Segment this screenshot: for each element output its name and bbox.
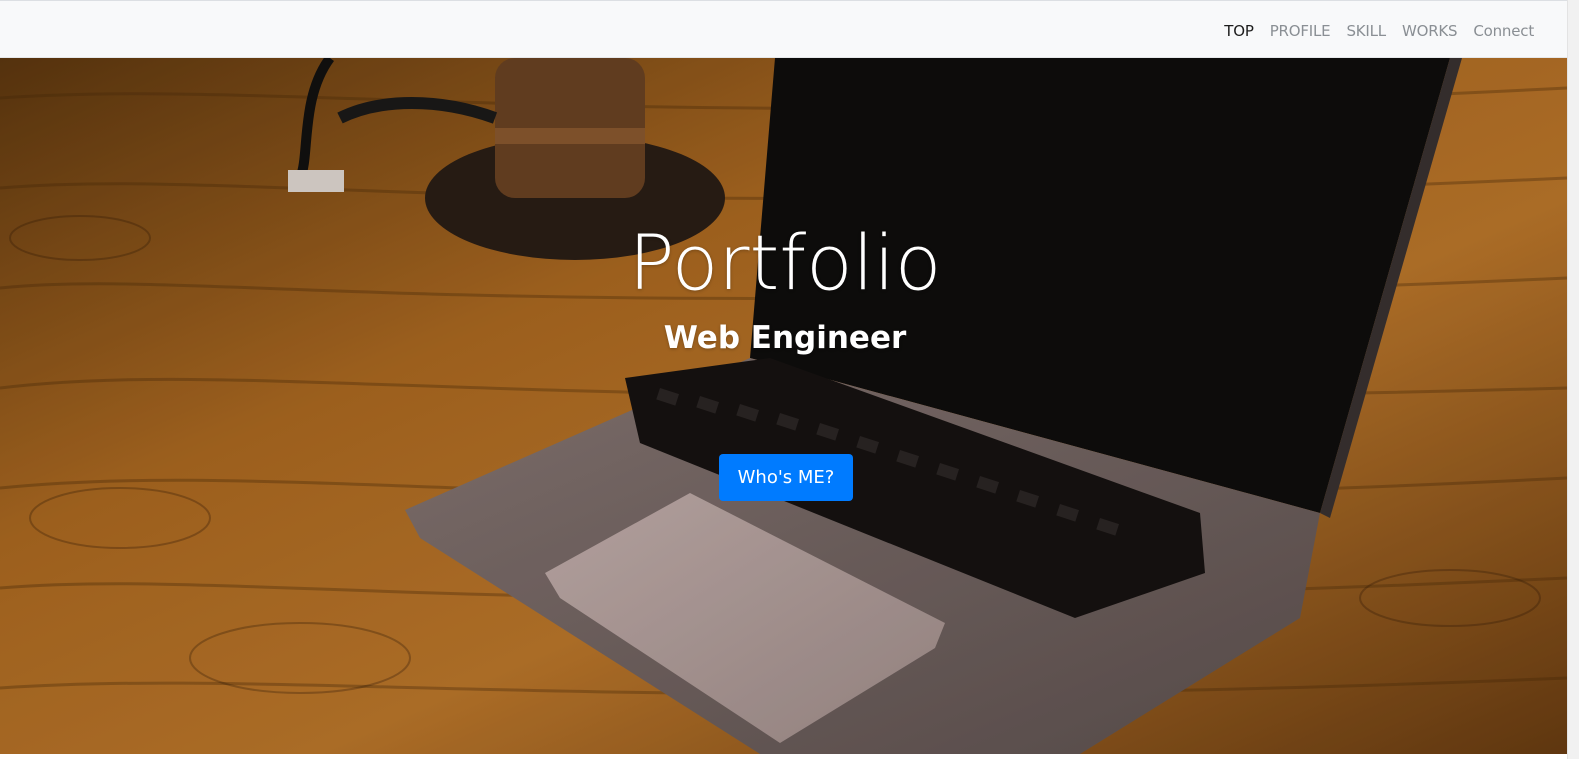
whos-me-button[interactable]: Who's ME?	[719, 454, 853, 501]
nav-link-works[interactable]: WORKS	[1402, 22, 1458, 40]
hero-title: Portfolio	[628, 218, 942, 307]
nav-link-skill[interactable]: SKILL	[1346, 22, 1386, 40]
hero-overlay	[0, 58, 1567, 754]
page: TOP PROFILE SKILL WORKS Connect Portfoli…	[0, 0, 1579, 759]
nav-link-top[interactable]: TOP	[1224, 22, 1254, 40]
nav-link-profile[interactable]: PROFILE	[1270, 22, 1331, 40]
nav-menu: TOP PROFILE SKILL WORKS Connect	[1224, 1, 1534, 59]
nav-link-connect[interactable]: Connect	[1473, 22, 1534, 40]
hero-subtitle: Web Engineer	[663, 320, 907, 356]
hero-section: Portfolio Web Engineer Who's ME?	[0, 58, 1567, 754]
page-scrollbar[interactable]	[1567, 0, 1579, 759]
top-navbar: TOP PROFILE SKILL WORKS Connect	[0, 0, 1567, 58]
